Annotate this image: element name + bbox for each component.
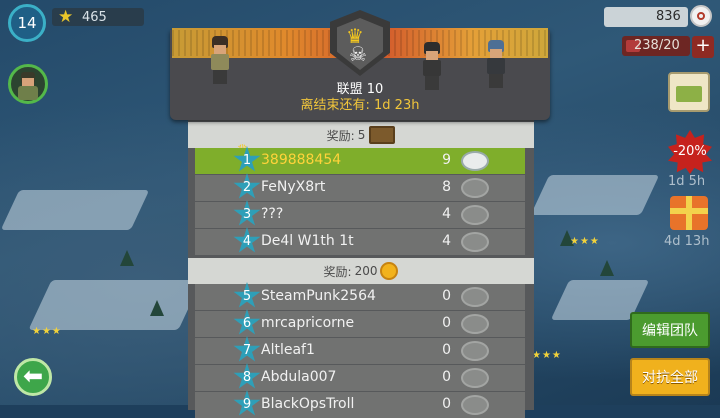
reward-value: 200 <box>354 264 378 278</box>
star-icon: ★ <box>58 7 74 27</box>
player-score: 9 <box>442 152 451 168</box>
player-name: Altleaf1 <box>261 342 315 358</box>
map-stars: ★★★ <box>32 326 62 337</box>
player-name: SteamPunk2564 <box>261 288 376 304</box>
rank-number: 6 <box>242 316 252 331</box>
snow-patch <box>530 175 660 215</box>
reward-value: 5 <box>357 128 366 142</box>
player-score: 0 <box>442 342 451 358</box>
rank-number: 4 <box>242 234 252 249</box>
gift-box-button[interactable] <box>670 196 708 230</box>
player-name: 389888454 <box>261 152 342 168</box>
sale-label: -20% <box>673 144 707 159</box>
attack-opponent-icon[interactable] <box>461 205 489 225</box>
soldier-figure <box>420 42 444 90</box>
attack-opponent-icon[interactable] <box>461 368 489 388</box>
coin-icon <box>690 5 712 27</box>
skull-icon: ☠ <box>349 42 367 66</box>
edit-team-button[interactable]: 编辑团队 <box>630 312 710 348</box>
coins-value: 836 <box>656 9 681 24</box>
reward-label: 奖励: <box>323 264 352 279</box>
chest-icon <box>369 126 396 144</box>
leaderboard-row[interactable]: 9 BlackOpsTroll 0 <box>195 390 525 418</box>
rank-number: 7 <box>242 343 252 358</box>
map-stars: ★★★ <box>570 236 600 247</box>
troops-value: 238/20 <box>634 38 680 53</box>
attack-opponent-icon[interactable] <box>461 178 489 198</box>
player-score: 8 <box>442 179 451 195</box>
map-stars: ★★★ <box>532 350 562 361</box>
attack-opponent-icon[interactable] <box>461 314 489 334</box>
supply-crate-button[interactable] <box>668 72 710 112</box>
tree <box>150 300 164 316</box>
player-score: 0 <box>442 369 451 385</box>
tree <box>600 260 614 276</box>
gold-coin-icon <box>380 262 399 280</box>
attack-all-button[interactable]: 对抗全部 <box>630 358 710 396</box>
attack-opponent-icon[interactable] <box>461 341 489 361</box>
player-score: 4 <box>442 206 451 222</box>
league-timer: 离结束还有: 1d 23h <box>300 98 420 113</box>
leaderboard-row-self[interactable]: 1 389888454 9 <box>195 146 525 174</box>
gift-timer: 4d 13h <box>664 234 710 249</box>
back-button[interactable]: ⬅ <box>14 358 52 396</box>
snow-patch <box>28 280 202 330</box>
player-level-badge[interactable]: 14 <box>8 4 46 42</box>
battle-icon <box>461 151 489 171</box>
rank-number: 2 <box>242 180 252 195</box>
leaderboard-row[interactable]: 7 Altleaf1 0 <box>195 336 525 364</box>
player-score: 4 <box>442 233 451 249</box>
profile-avatar[interactable] <box>8 64 48 104</box>
level-value: 14 <box>17 14 37 32</box>
player-name: mrcapricorne <box>261 315 355 331</box>
back-arrow-icon: ⬅ <box>22 362 44 390</box>
reward-label: 奖励: <box>326 128 355 143</box>
attack-opponent-icon[interactable] <box>461 232 489 252</box>
player-name: FeNyX8rt <box>261 179 326 195</box>
player-name: Abdula007 <box>261 369 337 385</box>
player-score: 0 <box>442 315 451 331</box>
rank-number: 8 <box>242 370 252 385</box>
reward-tier-2: 奖励: 200 <box>188 258 534 284</box>
leaderboard-row[interactable]: 5 SteamPunk2564 0 <box>195 282 525 310</box>
leaderboard-row[interactable]: 3 ??? 4 <box>195 200 525 228</box>
snow-patch <box>0 190 150 230</box>
leaderboard-row[interactable]: 8 Abdula007 0 <box>195 363 525 391</box>
add-troops-button[interactable]: + <box>692 36 714 58</box>
sale-timer: 1d 5h <box>668 174 706 189</box>
attack-opponent-icon[interactable] <box>461 395 489 415</box>
rank-number: 3 <box>242 207 252 222</box>
player-name: De4l W1th 1t <box>261 233 354 249</box>
attack-opponent-icon[interactable] <box>461 287 489 307</box>
soldier-figure <box>484 40 508 88</box>
player-name: ??? <box>261 206 284 222</box>
xp-value: 465 <box>82 10 107 25</box>
soldier-figure <box>208 36 232 84</box>
player-score: 0 <box>442 288 451 304</box>
player-score: 0 <box>442 396 451 412</box>
leaderboard-row[interactable]: 6 mrcapricorne 0 <box>195 309 525 337</box>
tree <box>120 250 134 266</box>
leaderboard-row[interactable]: 4 De4l W1th 1t 4 <box>195 227 525 255</box>
leaderboard-row[interactable]: 2 FeNyX8rt 8 <box>195 173 525 201</box>
rank-number: 5 <box>242 289 252 304</box>
player-name: BlackOpsTroll <box>261 396 355 412</box>
rank-number: 1 <box>242 153 252 168</box>
